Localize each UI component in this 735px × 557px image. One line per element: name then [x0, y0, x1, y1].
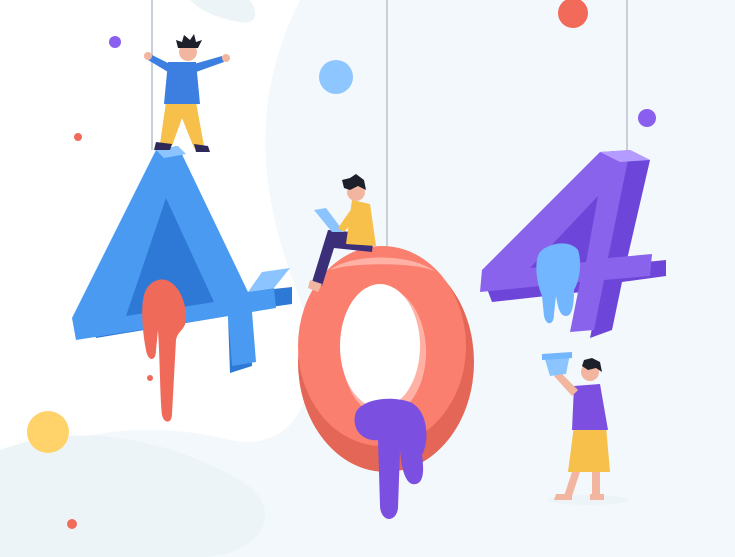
person3-shoe-right — [590, 494, 604, 500]
dot-purple-small — [109, 36, 121, 48]
dot-purple-right — [638, 109, 656, 127]
404-artwork — [0, 0, 735, 557]
404-illustration — [0, 0, 735, 557]
dot-blue — [319, 60, 353, 94]
dot-red-bottom — [67, 519, 77, 529]
dot-red-mid — [147, 375, 153, 381]
dot-yellow — [27, 411, 69, 453]
person1-shirt — [164, 62, 200, 104]
person3-shorts — [568, 426, 610, 472]
person1-hand-right — [222, 54, 230, 62]
zero-hole — [340, 284, 420, 408]
person3-shoe-left — [554, 494, 572, 500]
person1-hand-left — [144, 52, 152, 60]
dot-red-small — [74, 133, 82, 141]
